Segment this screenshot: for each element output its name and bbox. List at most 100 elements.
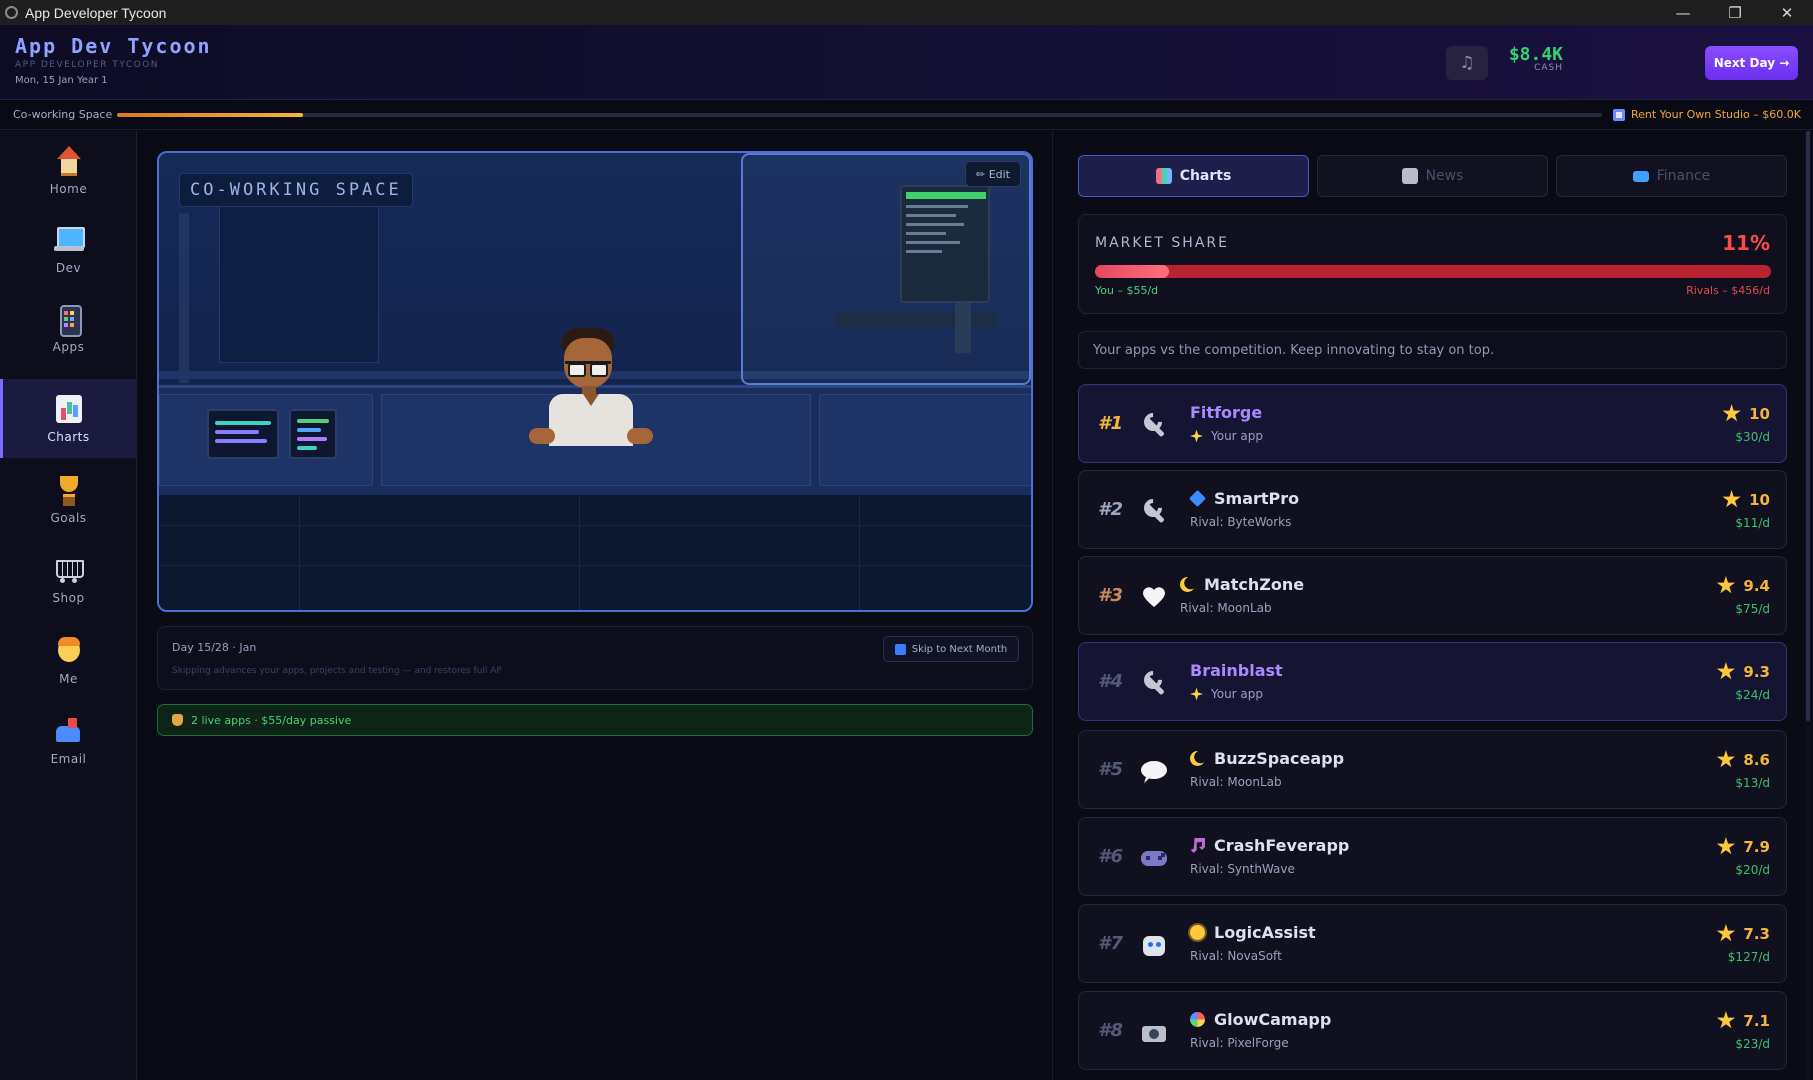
app-owner-text: Rival: PixelForge — [1190, 1036, 1289, 1050]
app-revenue: $24/d — [1735, 688, 1770, 702]
app-revenue: $20/d — [1735, 863, 1770, 877]
app-owner: Rival: NovaSoft — [1190, 949, 1282, 963]
day-panel: Day 15/28 · Jan Skipping advances your a… — [157, 626, 1033, 690]
wrench-icon — [1140, 497, 1168, 525]
market-share-card: MARKET SHARE 11% You – $55/d Rivals – $4… — [1078, 214, 1787, 314]
sidebar-item-email[interactable]: Email — [0, 701, 137, 780]
star-icon — [1716, 576, 1736, 594]
app-owner: Rival: SynthWave — [1190, 862, 1295, 876]
ranking-row[interactable]: #1 Fitforge Your app 10 $30/d — [1078, 384, 1787, 463]
card-icon — [1632, 170, 1649, 182]
app-revenue: $75/d — [1735, 602, 1770, 616]
building-icon — [1612, 108, 1625, 121]
app-name-text: BuzzSpaceapp — [1214, 749, 1345, 768]
rank-number: #4 — [1098, 671, 1124, 692]
rivals-revenue-label: Rivals – $456/d — [1686, 284, 1770, 297]
moon-icon — [1180, 577, 1195, 592]
camera-icon — [1140, 1018, 1168, 1046]
office-sign: CO-WORKING SPACE — [179, 173, 413, 207]
app-score: 8.6 — [1716, 750, 1770, 769]
app-owner-text: Rival: MoonLab — [1190, 775, 1282, 789]
app-gear-icon — [5, 6, 18, 19]
ranking-row[interactable]: #7 LogicAssist Rival: NovaSoft 7.3 $127/… — [1078, 904, 1787, 983]
restore-button[interactable]: ❐ — [1709, 0, 1761, 25]
laptop-icon — [53, 225, 85, 255]
chart-icon — [1155, 168, 1172, 184]
moon-icon — [1190, 751, 1205, 766]
sidebar-item-goals[interactable]: Goals — [0, 460, 137, 539]
rank-number: #8 — [1098, 1020, 1124, 1041]
music-toggle-button[interactable]: ♫ — [1446, 46, 1488, 80]
monitor-line — [906, 250, 942, 253]
player-character[interactable] — [524, 328, 658, 468]
sidebar-item-label: Apps — [52, 339, 85, 354]
rankings-scrollbar[interactable] — [1805, 131, 1811, 1080]
rank-number: #2 — [1098, 499, 1124, 520]
sidebar-item-dev[interactable]: Dev — [0, 210, 137, 289]
ranking-row[interactable]: #3 MatchZone Rival: MoonLab 9.4 $75/d — [1078, 556, 1787, 635]
app-name-text: CrashFeverapp — [1214, 836, 1350, 855]
app-score-value: 9.4 — [1743, 576, 1770, 595]
code-line — [297, 428, 321, 432]
robot-icon — [1140, 931, 1168, 959]
app-owner-text: Your app — [1211, 429, 1264, 443]
app-revenue: $11/d — [1735, 516, 1770, 530]
sidebar-item-label: Dev — [55, 260, 82, 275]
edit-scene-button[interactable]: ✏ Edit — [965, 161, 1021, 187]
monitor-line — [906, 232, 946, 235]
sun-icon — [1190, 925, 1205, 940]
bar-chart-icon — [54, 394, 84, 424]
app-owner-text: Rival: SynthWave — [1190, 862, 1295, 876]
standing-desk — [836, 313, 996, 327]
app-name-text: MatchZone — [1204, 575, 1305, 594]
ranking-row[interactable]: #4 Brainblast Your app 9.3 $24/d — [1078, 642, 1787, 721]
app-owner: Your app — [1190, 687, 1263, 701]
sidebar-item-label: Goals — [50, 510, 87, 525]
sidebar-item-apps[interactable]: Apps — [0, 289, 137, 368]
music-note-icon: ♫ — [1459, 53, 1475, 73]
close-button[interactable]: ✕ — [1761, 0, 1813, 25]
newspaper-icon — [1401, 168, 1418, 184]
star-icon — [1716, 924, 1736, 942]
app-owner: Rival: MoonLab — [1180, 601, 1272, 615]
ranking-row[interactable]: #2 SmartPro Rival: ByteWorks 10 $11/d — [1078, 470, 1787, 549]
ranking-row[interactable]: #5 BuzzSpaceapp Rival: MoonLab 8.6 $13/d — [1078, 730, 1787, 809]
sidebar-item-home[interactable]: Home — [0, 131, 137, 210]
ranking-row[interactable]: #6 CrashFeverapp Rival: SynthWave 7.9 $2… — [1078, 817, 1787, 896]
code-line — [297, 419, 329, 423]
skip-month-label: Skip to Next Month — [911, 643, 1008, 655]
app-owner-text: Rival: NovaSoft — [1190, 949, 1282, 963]
sidebar-item-me[interactable]: Me — [0, 621, 137, 700]
tab-news[interactable]: News — [1317, 155, 1548, 197]
wrench-icon — [1140, 411, 1168, 439]
cash-display: $8.4K CASH — [1509, 44, 1563, 73]
house-icon — [54, 145, 84, 176]
rank-number: #5 — [1098, 759, 1124, 780]
star-icon — [1716, 837, 1736, 855]
tab-finance[interactable]: Finance — [1556, 155, 1787, 197]
sidebar-item-charts[interactable]: Charts — [0, 379, 137, 458]
ranking-row[interactable]: #8 GlowCamapp Rival: PixelForge 7.1 $23/… — [1078, 991, 1787, 1070]
monitor-stand — [955, 303, 971, 353]
game-date: Mon, 15 Jan Year 1 — [15, 75, 108, 86]
app-score-value: 7.9 — [1743, 837, 1770, 856]
floor-line — [299, 495, 300, 610]
office-scene[interactable]: CO-WORKING SPACE ✏ Edit — [157, 151, 1033, 612]
app-name: MatchZone — [1180, 575, 1304, 594]
sparkle-icon — [1190, 687, 1203, 701]
market-share-bar — [1095, 265, 1771, 278]
app-name: LogicAssist — [1190, 923, 1316, 942]
office-progress-track — [117, 113, 1602, 117]
tab-charts[interactable]: Charts — [1078, 155, 1309, 197]
app-owner-text: Rival: ByteWorks — [1190, 515, 1292, 529]
app-score-value: 10 — [1749, 404, 1770, 423]
skip-month-button[interactable]: Skip to Next Month — [883, 636, 1019, 662]
sidebar-item-shop[interactable]: Shop — [0, 540, 137, 619]
mailbox-icon — [54, 716, 84, 746]
rank-number: #3 — [1098, 585, 1124, 606]
scrollbar-thumb[interactable] — [1806, 131, 1810, 721]
next-day-button[interactable]: Next Day → — [1705, 46, 1798, 80]
player-revenue-label: You – $55/d — [1095, 284, 1159, 297]
minimize-button[interactable]: — — [1657, 0, 1709, 25]
scene-pillar — [179, 213, 189, 383]
